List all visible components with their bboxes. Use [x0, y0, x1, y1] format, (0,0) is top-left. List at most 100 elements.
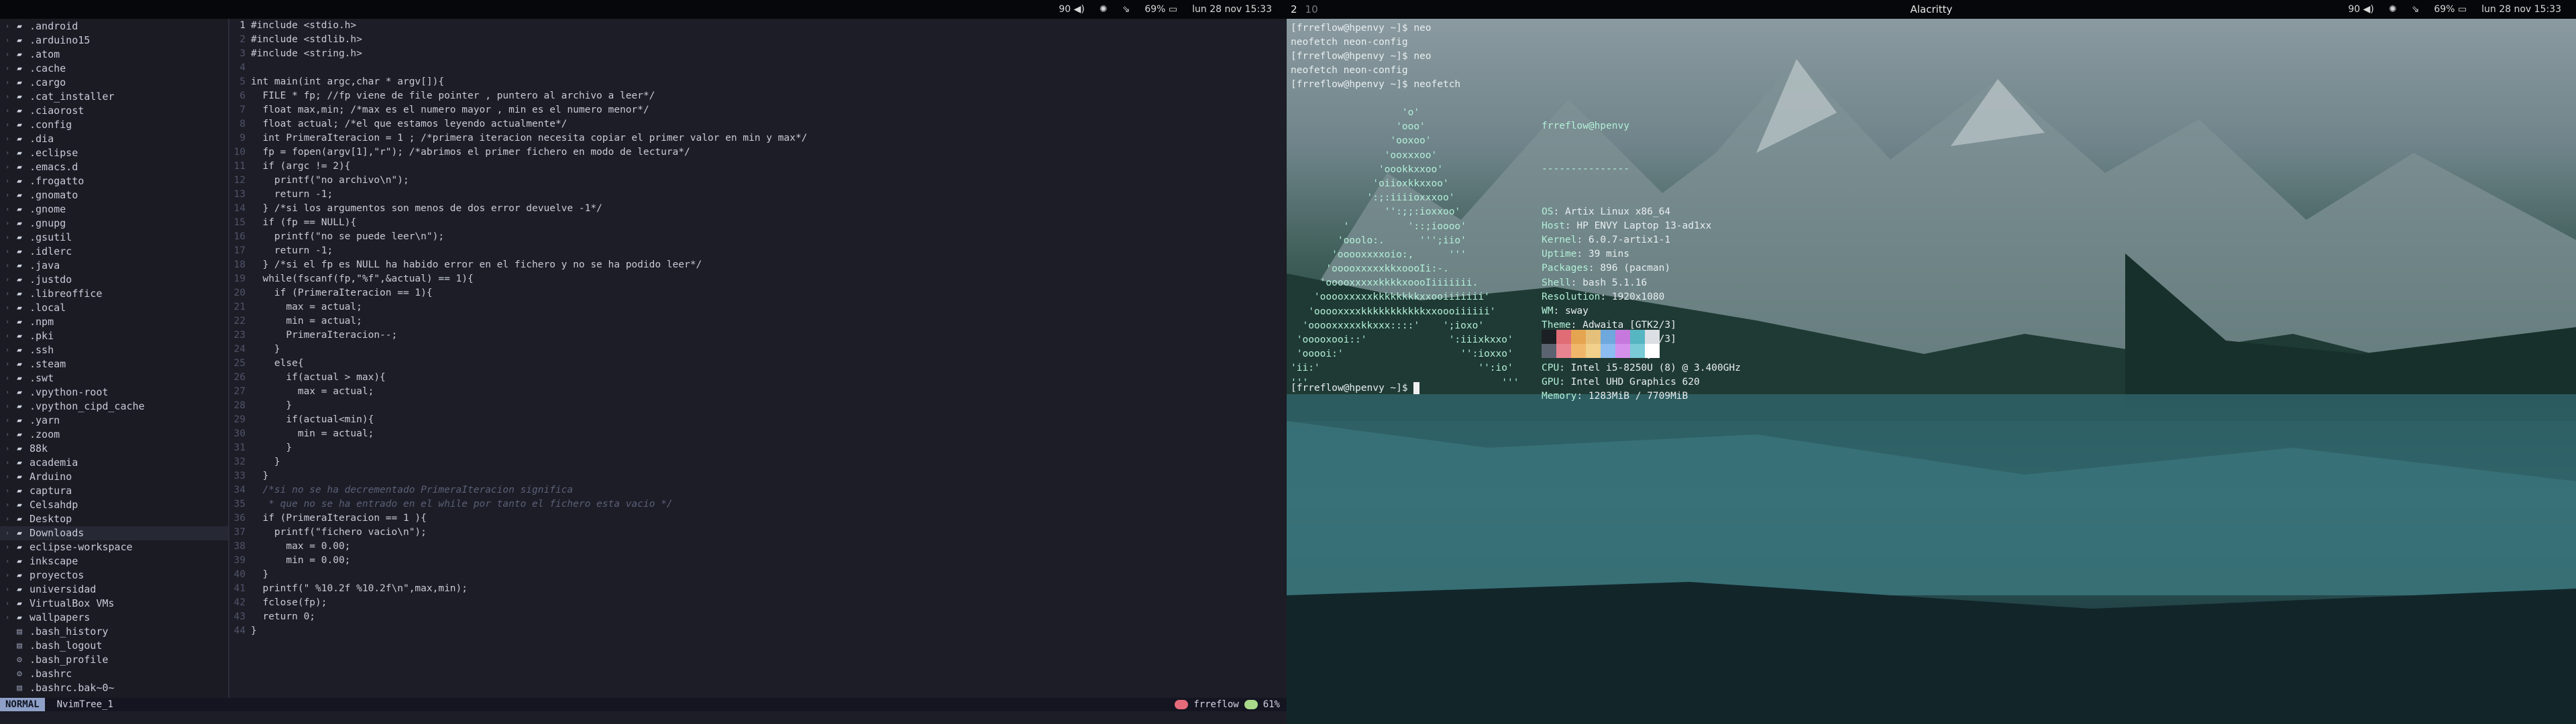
- expand-arrow-icon[interactable]: ›: [5, 597, 9, 611]
- tree-item[interactable]: › ▰ .libreoffice: [0, 287, 228, 301]
- window-split-divider[interactable]: [228, 19, 229, 698]
- tree-item[interactable]: › ▰ .justdo: [0, 273, 228, 287]
- volume-indicator[interactable]: 90 ◀): [2348, 4, 2374, 15]
- tree-item[interactable]: › ▰ .yarn: [0, 414, 228, 428]
- expand-arrow-icon[interactable]: ›: [5, 512, 9, 526]
- battery-indicator[interactable]: 69% ▭: [2434, 4, 2467, 15]
- code-line[interactable]: 44}: [231, 624, 1284, 638]
- tree-item[interactable]: › ▰ .ciaorost: [0, 104, 228, 118]
- tree-item[interactable]: ▤ .bash_logout: [0, 639, 228, 653]
- code-line[interactable]: 24 }: [231, 343, 1284, 357]
- expand-arrow-icon[interactable]: ›: [5, 484, 9, 498]
- expand-arrow-icon[interactable]: ›: [5, 202, 9, 217]
- expand-arrow-icon[interactable]: ›: [5, 385, 9, 400]
- expand-arrow-icon[interactable]: ›: [5, 132, 9, 146]
- tree-item[interactable]: › ▰ .vpython-root: [0, 385, 228, 400]
- expand-arrow-icon[interactable]: ›: [5, 414, 9, 428]
- expand-arrow-icon[interactable]: ›: [5, 371, 9, 385]
- tree-item[interactable]: › ▰ .dia: [0, 132, 228, 146]
- code-line[interactable]: 42 fclose(fp);: [231, 596, 1284, 610]
- tree-item[interactable]: › ▰ .swt: [0, 371, 228, 385]
- code-line[interactable]: 31 }: [231, 441, 1284, 455]
- tree-item[interactable]: › ▰ .frogatto: [0, 174, 228, 188]
- expand-arrow-icon[interactable]: ›: [5, 329, 9, 343]
- expand-arrow-icon[interactable]: ›: [5, 301, 9, 315]
- code-line[interactable]: 26 if(actual > max){: [231, 371, 1284, 385]
- expand-arrow-icon[interactable]: ›: [5, 90, 9, 104]
- expand-arrow-icon[interactable]: ›: [5, 428, 9, 442]
- code-line[interactable]: 8 float actual; /*el que estamos leyendo…: [231, 117, 1284, 131]
- tree-item[interactable]: › ▰ .steam: [0, 357, 228, 371]
- code-line[interactable]: 43 return 0;: [231, 610, 1284, 624]
- expand-arrow-icon[interactable]: ›: [5, 540, 9, 554]
- code-line[interactable]: 18 } /*si el fp es NULL ha habido error …: [231, 258, 1284, 272]
- file-tree-panel[interactable]: › ▰ .android › ▰ .arduino15 › ▰ .atom › ▰ .cache › ▰.…: [0, 19, 228, 698]
- tree-item[interactable]: › ▰ .emacs.d: [0, 160, 228, 174]
- tree-item[interactable]: › ▰ wallpapers: [0, 611, 228, 625]
- tree-item[interactable]: ▤ .bashrc.bak~0~: [0, 681, 228, 695]
- command-line[interactable]: [0, 711, 1287, 724]
- tree-item[interactable]: › ▰ inkscape: [0, 554, 228, 568]
- tree-item[interactable]: ⚙ .bashrc: [0, 667, 228, 681]
- expand-arrow-icon[interactable]: ›: [5, 470, 9, 484]
- expand-arrow-icon[interactable]: ›: [5, 217, 9, 231]
- code-line[interactable]: 11 if (argc != 2){: [231, 160, 1284, 174]
- code-line[interactable]: 19 while(fscanf(fp,"%f",&actual) == 1){: [231, 272, 1284, 286]
- code-line[interactable]: 29 if(actual<min){: [231, 413, 1284, 427]
- expand-arrow-icon[interactable]: ›: [5, 34, 9, 48]
- expand-arrow-icon[interactable]: ›: [5, 442, 9, 456]
- tree-item[interactable]: › ▰ .local: [0, 301, 228, 315]
- code-line[interactable]: 30 min = actual;: [231, 427, 1284, 441]
- expand-arrow-icon[interactable]: ›: [5, 188, 9, 202]
- tree-item[interactable]: › ▰ proyectos: [0, 568, 228, 583]
- code-line[interactable]: 20 if (PrimeraIteracion == 1){: [231, 286, 1284, 300]
- tree-item[interactable]: › ▰ .gnupg: [0, 217, 228, 231]
- tree-item[interactable]: › ▰ .gnome: [0, 202, 228, 217]
- code-line[interactable]: 38 max = 0.00;: [231, 540, 1284, 554]
- expand-arrow-icon[interactable]: ›: [5, 231, 9, 245]
- code-line[interactable]: 4: [231, 61, 1284, 75]
- tree-item[interactable]: › ▰ .arduino15: [0, 34, 228, 48]
- code-line[interactable]: 3 #include <string.h>: [231, 47, 1284, 61]
- terminal-prompt[interactable]: [frreflow@hpenvy ~]$: [1291, 382, 1420, 394]
- network-icon[interactable]: ⇘: [1122, 4, 1130, 15]
- tree-item[interactable]: › ▰ .cargo: [0, 76, 228, 90]
- code-line[interactable]: 25 else{: [231, 357, 1284, 371]
- tree-item[interactable]: › ▰ .zoom: [0, 428, 228, 442]
- code-editor[interactable]: 1 #include <stdio.h> 2 #include <stdlib.h> 3…: [231, 19, 1284, 698]
- code-line[interactable]: 14 } /*si los argumentos son menos de do…: [231, 202, 1284, 216]
- code-line[interactable]: 13 return -1;: [231, 188, 1284, 202]
- neovim-window[interactable]: › ▰ .android › ▰ .arduino15 › ▰ .atom › ▰ .cache › ▰.…: [0, 19, 1287, 724]
- code-line[interactable]: 5 int main(int argc,char * argv[]){: [231, 75, 1284, 89]
- expand-arrow-icon[interactable]: ›: [5, 583, 9, 597]
- tree-item[interactable]: › ▰ academia: [0, 456, 228, 470]
- volume-indicator[interactable]: 90 ◀): [1059, 4, 1085, 15]
- tree-item[interactable]: › ▰ Celsahdp: [0, 498, 228, 512]
- expand-arrow-icon[interactable]: ›: [5, 343, 9, 357]
- expand-arrow-icon[interactable]: ›: [5, 62, 9, 76]
- tree-item[interactable]: › ▰ .eclipse: [0, 146, 228, 160]
- code-line[interactable]: 34 /*si no se ha decrementado PrimeraIte…: [231, 483, 1284, 497]
- expand-arrow-icon[interactable]: ›: [5, 48, 9, 62]
- expand-arrow-icon[interactable]: ›: [5, 259, 9, 273]
- expand-arrow-icon[interactable]: ›: [5, 104, 9, 118]
- code-line[interactable]: 36 if (PrimeraIteracion == 1 ){: [231, 511, 1284, 526]
- code-line[interactable]: 40 }: [231, 568, 1284, 582]
- code-line[interactable]: 2 #include <stdlib.h>: [231, 33, 1284, 47]
- expand-arrow-icon[interactable]: ›: [5, 146, 9, 160]
- alacritty-terminal[interactable]: [frreflow@hpenvy ~]$ neo neofetch neon-co…: [1287, 19, 2576, 724]
- expand-arrow-icon[interactable]: ›: [5, 287, 9, 301]
- tree-item[interactable]: › ▰ .atom: [0, 48, 228, 62]
- expand-arrow-icon[interactable]: ›: [5, 526, 9, 540]
- code-line[interactable]: 32 }: [231, 455, 1284, 469]
- tree-item[interactable]: › ▰ .vpython_cipd_cache: [0, 400, 228, 414]
- code-line[interactable]: 39 min = 0.00;: [231, 554, 1284, 568]
- tree-item[interactable]: › ▰ .java: [0, 259, 228, 273]
- code-line[interactable]: 35 * que no se ha entrado en el while po…: [231, 497, 1284, 511]
- tree-item[interactable]: › ▰ .gsutil: [0, 231, 228, 245]
- code-line[interactable]: 37 printf("fichero vacio\n");: [231, 526, 1284, 540]
- expand-arrow-icon[interactable]: ›: [5, 245, 9, 259]
- tree-item[interactable]: › ▰ 88k: [0, 442, 228, 456]
- code-line[interactable]: 9 int PrimeraIteracion = 1 ; /*primera i…: [231, 131, 1284, 145]
- tree-item[interactable]: › ▰ VirtualBox VMs: [0, 597, 228, 611]
